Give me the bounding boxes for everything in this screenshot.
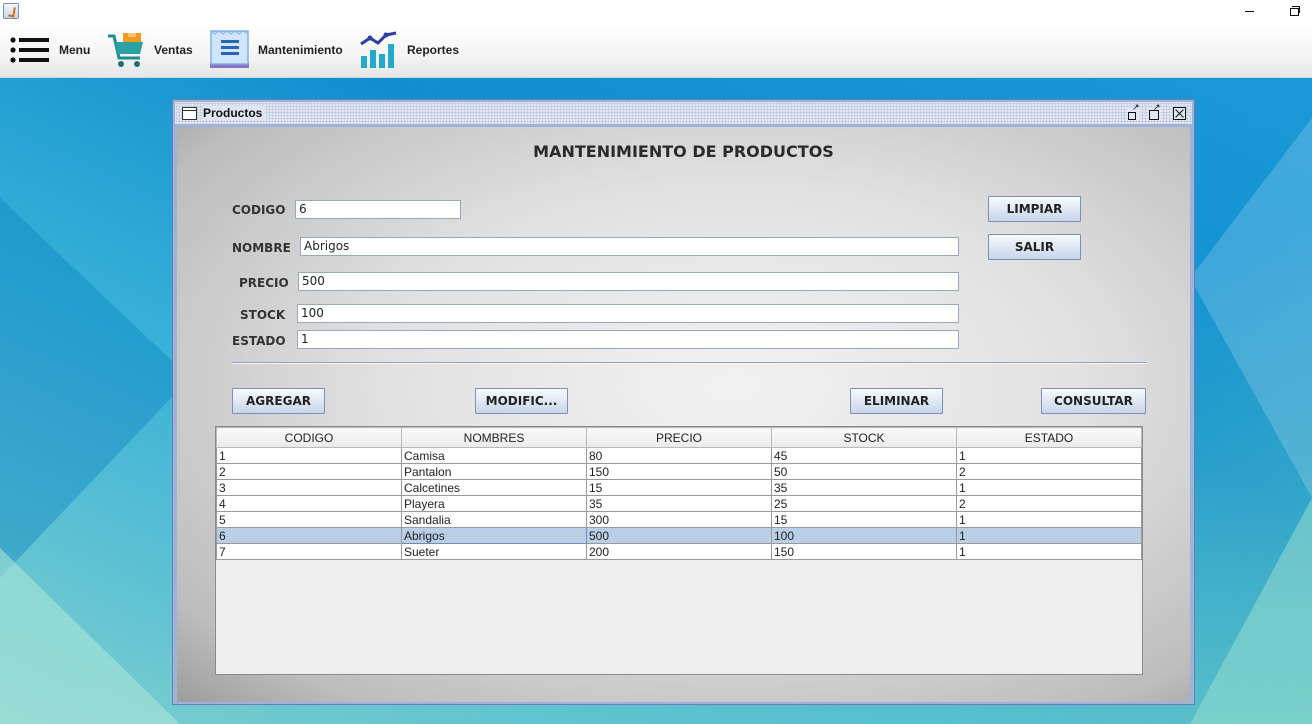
eliminar-button[interactable]: ELIMINAR bbox=[850, 388, 943, 414]
shopping-cart-icon bbox=[108, 33, 143, 67]
codigo-label: CODIGO bbox=[232, 203, 286, 217]
background-shape bbox=[1190, 498, 1312, 724]
table-cell[interactable]: 4 bbox=[216, 495, 402, 512]
window-titlebar bbox=[0, 0, 1312, 22]
hamburger-icon bbox=[10, 37, 49, 63]
close-button[interactable] bbox=[1173, 107, 1186, 120]
menu-item-ventas[interactable]: Ventas bbox=[106, 22, 193, 78]
column-header-stock[interactable]: STOCK bbox=[771, 427, 957, 448]
table-row[interactable]: 4 Playera 35 25 2 bbox=[216, 495, 1142, 512]
nombre-label: NOMBRE bbox=[232, 241, 291, 255]
table-cell[interactable]: 1 bbox=[216, 447, 402, 464]
window-icon bbox=[182, 107, 197, 120]
background-shape bbox=[1190, 118, 1312, 498]
stock-field[interactable]: 100 bbox=[297, 304, 959, 323]
table-row[interactable]: 2 Pantalon 150 50 2 bbox=[216, 463, 1142, 480]
consultar-button[interactable]: CONSULTAR bbox=[1041, 388, 1146, 414]
menu-label-menu: Menu bbox=[59, 43, 91, 57]
nombre-field[interactable]: Abrigos bbox=[300, 237, 959, 256]
window-title: Productos bbox=[203, 106, 267, 120]
table-cell-focused[interactable]: Abrigos bbox=[401, 527, 587, 544]
table-cell[interactable]: 1 bbox=[956, 479, 1142, 496]
table-cell[interactable]: 1 bbox=[956, 543, 1142, 560]
background-shape bbox=[0, 548, 180, 724]
table-header-row: CODIGO NOMBRES PRECIO STOCK ESTADO bbox=[216, 427, 1142, 448]
productos-window-titlebar[interactable]: Productos bbox=[175, 102, 1192, 124]
table-cell[interactable]: Camisa bbox=[401, 447, 587, 464]
modificar-button[interactable]: MODIFIC... bbox=[475, 388, 568, 414]
form-separator bbox=[232, 362, 1147, 364]
bar-chart-icon bbox=[360, 31, 397, 68]
table-cell[interactable]: 15 bbox=[771, 511, 957, 528]
background-shape bbox=[0, 198, 190, 578]
table-cell[interactable]: 7 bbox=[216, 543, 402, 560]
iconify-button[interactable] bbox=[1127, 103, 1140, 120]
codigo-field[interactable]: 6 bbox=[295, 200, 461, 219]
menu-item-reportes[interactable]: Reportes bbox=[359, 22, 459, 78]
table-row[interactable]: 5 Sandalia 300 15 1 bbox=[216, 511, 1142, 528]
table-cell[interactable]: 6 bbox=[216, 527, 402, 544]
table-cell[interactable]: 50 bbox=[771, 463, 957, 480]
estado-label: ESTADO bbox=[232, 334, 286, 348]
java-app-icon bbox=[3, 3, 19, 19]
table-cell[interactable]: 1 bbox=[956, 527, 1142, 544]
productos-form: MANTENIMIENTO DE PRODUCTOS CODIGO 6 NOMB… bbox=[177, 127, 1190, 702]
table-row[interactable]: 7 Sueter 200 150 1 bbox=[216, 543, 1142, 560]
table-cell[interactable]: 35 bbox=[586, 495, 772, 512]
table-cell[interactable]: 200 bbox=[586, 543, 772, 560]
clipboard-icon bbox=[210, 30, 249, 68]
table-cell[interactable]: Pantalon bbox=[401, 463, 587, 480]
precio-field[interactable]: 500 bbox=[298, 272, 959, 291]
column-header-precio[interactable]: PRECIO bbox=[586, 427, 772, 448]
menu-label-ventas: Ventas bbox=[154, 43, 193, 57]
table-cell[interactable]: 1 bbox=[956, 447, 1142, 464]
table-cell[interactable]: 2 bbox=[956, 495, 1142, 512]
page-title: MANTENIMIENTO DE PRODUCTOS bbox=[533, 142, 834, 161]
table-cell[interactable]: 500 bbox=[586, 527, 772, 544]
limpiar-button[interactable]: LIMPIAR bbox=[988, 196, 1081, 222]
agregar-button[interactable]: AGREGAR bbox=[232, 388, 325, 414]
menu-label-mantenimiento: Mantenimiento bbox=[258, 43, 343, 57]
stock-label: STOCK bbox=[240, 308, 286, 322]
menu-label-reportes: Reportes bbox=[407, 43, 460, 57]
column-header-nombres[interactable]: NOMBRES bbox=[401, 427, 587, 448]
productos-table[interactable]: CODIGO NOMBRES PRECIO STOCK ESTADO 1 Cam… bbox=[215, 426, 1143, 675]
table-row-selected[interactable]: 6 Abrigos 500 100 1 bbox=[216, 527, 1142, 544]
table-cell[interactable]: 35 bbox=[771, 479, 957, 496]
table-cell[interactable]: 3 bbox=[216, 479, 402, 496]
table-row[interactable]: 1 Camisa 80 45 1 bbox=[216, 447, 1142, 464]
estado-field[interactable]: 1 bbox=[297, 330, 959, 349]
table-cell[interactable]: 150 bbox=[771, 543, 957, 560]
restore-button[interactable] bbox=[1287, 2, 1303, 18]
table-cell[interactable]: Playera bbox=[401, 495, 587, 512]
table-cell[interactable]: 100 bbox=[771, 527, 957, 544]
menu-item-menu[interactable]: Menu bbox=[9, 22, 90, 78]
table-cell[interactable]: Sueter bbox=[401, 543, 587, 560]
precio-label: PRECIO bbox=[239, 276, 289, 290]
column-header-codigo[interactable]: CODIGO bbox=[216, 427, 402, 448]
table-cell[interactable]: 1 bbox=[956, 511, 1142, 528]
table-cell[interactable]: Calcetines bbox=[401, 479, 587, 496]
table-cell[interactable]: 150 bbox=[586, 463, 772, 480]
salir-button[interactable]: SALIR bbox=[988, 234, 1081, 260]
table-cell[interactable]: 2 bbox=[956, 463, 1142, 480]
productos-window: Productos MANTENIMIENTO DE PRODUCTOS COD… bbox=[172, 99, 1195, 705]
maximize-button[interactable] bbox=[1148, 103, 1161, 120]
table-cell[interactable]: 80 bbox=[586, 447, 772, 464]
table-cell[interactable]: 300 bbox=[586, 511, 772, 528]
table-cell[interactable]: 45 bbox=[771, 447, 957, 464]
minimize-button[interactable] bbox=[1242, 2, 1258, 18]
menu-bar: Menu Ventas Mantenimiento Reportes bbox=[0, 22, 1312, 78]
table-cell[interactable]: 15 bbox=[586, 479, 772, 496]
table-cell[interactable]: Sandalia bbox=[401, 511, 587, 528]
menu-item-mantenimiento[interactable]: Mantenimiento bbox=[209, 22, 343, 78]
table-cell[interactable]: 25 bbox=[771, 495, 957, 512]
table-cell[interactable]: 2 bbox=[216, 463, 402, 480]
table-cell[interactable]: 5 bbox=[216, 511, 402, 528]
column-header-estado[interactable]: ESTADO bbox=[956, 427, 1142, 448]
table-row[interactable]: 3 Calcetines 15 35 1 bbox=[216, 479, 1142, 496]
